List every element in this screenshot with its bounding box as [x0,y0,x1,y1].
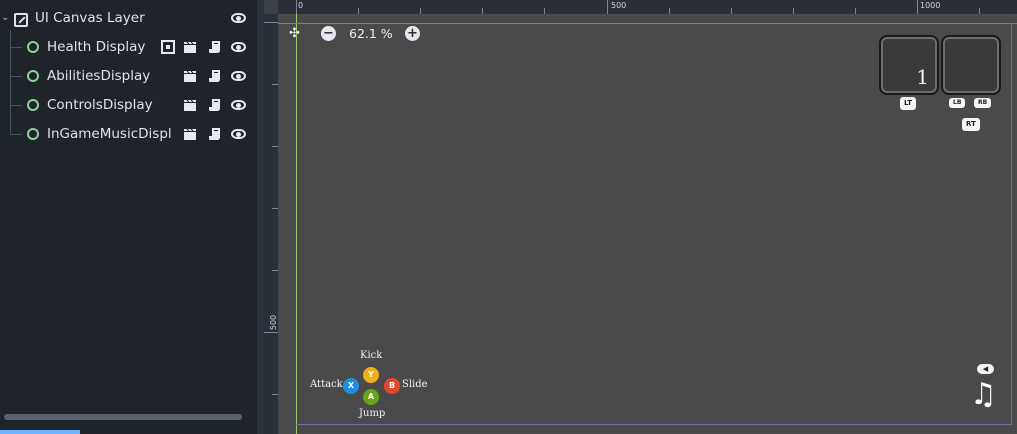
control-label-jump: Jump [359,408,386,419]
tree-item-label: Health Display [47,39,146,55]
control-label-kick: Kick [360,350,383,361]
key-hint-lt: LT [900,97,917,110]
control-label-attack: Attack [310,379,343,390]
tree-item-ingame-music-display[interactable]: InGameMusicDispl [0,119,257,148]
origin-guide-vertical [296,14,297,434]
visibility-eye-icon[interactable] [231,13,246,23]
zoom-in-button[interactable]: + [405,26,420,41]
music-badge-icon: ◀ [977,364,994,374]
music-note-icon: ♫ [970,377,997,412]
tree-item-label: UI Canvas Layer [35,10,145,26]
ruler-tick [296,0,297,14]
ability-slot-2 [941,35,1001,95]
tree-item-health-display[interactable]: Health Display [0,32,257,61]
ruler-corner [264,0,278,14]
open-scene-icon[interactable] [183,127,197,141]
control-node-icon [27,99,39,111]
ability-slot-number: 1 [916,65,929,89]
chevron-down-icon[interactable]: ⌄ [1,12,9,23]
panel-splitter[interactable] [257,0,264,434]
open-scene-icon[interactable] [183,69,197,83]
visibility-eye-icon[interactable] [231,129,246,139]
ruler-tick [264,22,278,23]
zoom-level-label[interactable]: 62.1 % [349,26,393,41]
tree-item-label: ControlsDisplay [47,97,153,113]
open-scene-icon[interactable] [183,98,197,112]
ruler-vertical[interactable]: 500 [264,14,278,434]
gamepad-x-button-icon: X [343,378,359,394]
key-hint-rt: RT [962,118,980,131]
tree-item-abilities-display[interactable]: AbilitiesDisplay [0,61,257,90]
script-icon[interactable] [208,40,222,54]
visibility-eye-icon[interactable] [231,100,246,110]
ruler-tick [264,332,278,333]
viewport-frame-right [1011,23,1012,425]
scene-tree-panel: ⌄ UI Canvas Layer Health Display Abiliti… [0,0,257,434]
script-icon[interactable] [208,127,222,141]
tree-item-controls-display[interactable]: ControlsDisplay [0,90,257,119]
canvas-layer-icon [14,13,28,27]
tree-item-ui-canvas-layer[interactable]: ⌄ UI Canvas Layer [0,3,257,32]
ruler-label: 1000 [920,1,941,10]
ruler-label: 0 [298,1,304,10]
center-view-icon[interactable]: ✣ [289,26,300,41]
visibility-eye-icon[interactable] [231,42,246,52]
ruler-tick [917,0,918,14]
ability-slot-1: 1 [879,35,939,95]
gamepad-y-button-icon: Y [363,367,379,383]
tree-item-label: AbilitiesDisplay [47,68,151,84]
script-icon[interactable] [208,98,222,112]
horizontal-scrollbar[interactable] [4,414,242,420]
ruler-horizontal[interactable]: 0 500 1000 [264,0,1017,14]
origin-guide-horizontal [278,23,1017,24]
panel-tab-indicator [0,430,80,434]
control-label-slide: Slide [402,379,428,390]
gamepad-a-button-icon: A [363,389,379,405]
viewport-frame-bottom [296,424,1012,425]
ruler-tick [607,0,608,14]
zoom-out-button[interactable]: − [321,26,336,41]
visibility-eye-icon[interactable] [231,71,246,81]
control-node-icon [27,128,39,140]
open-scene-icon[interactable] [183,40,197,54]
gamepad-b-button-icon: B [384,378,400,394]
ruler-label: 500 [611,1,627,10]
key-hint-rb: RB [974,98,992,108]
ruler-label: 500 [269,314,279,331]
script-icon[interactable] [208,69,222,83]
control-node-icon [27,70,39,82]
canvas-viewport[interactable]: ✣ − 62.1 % + 1 LT LB RB RT Kick Attack S… [278,14,1017,434]
control-node-icon [27,41,39,53]
key-hint-lb: LB [949,98,966,108]
tree-item-label: InGameMusicDispl [47,126,172,142]
instance-icon[interactable] [161,40,175,54]
